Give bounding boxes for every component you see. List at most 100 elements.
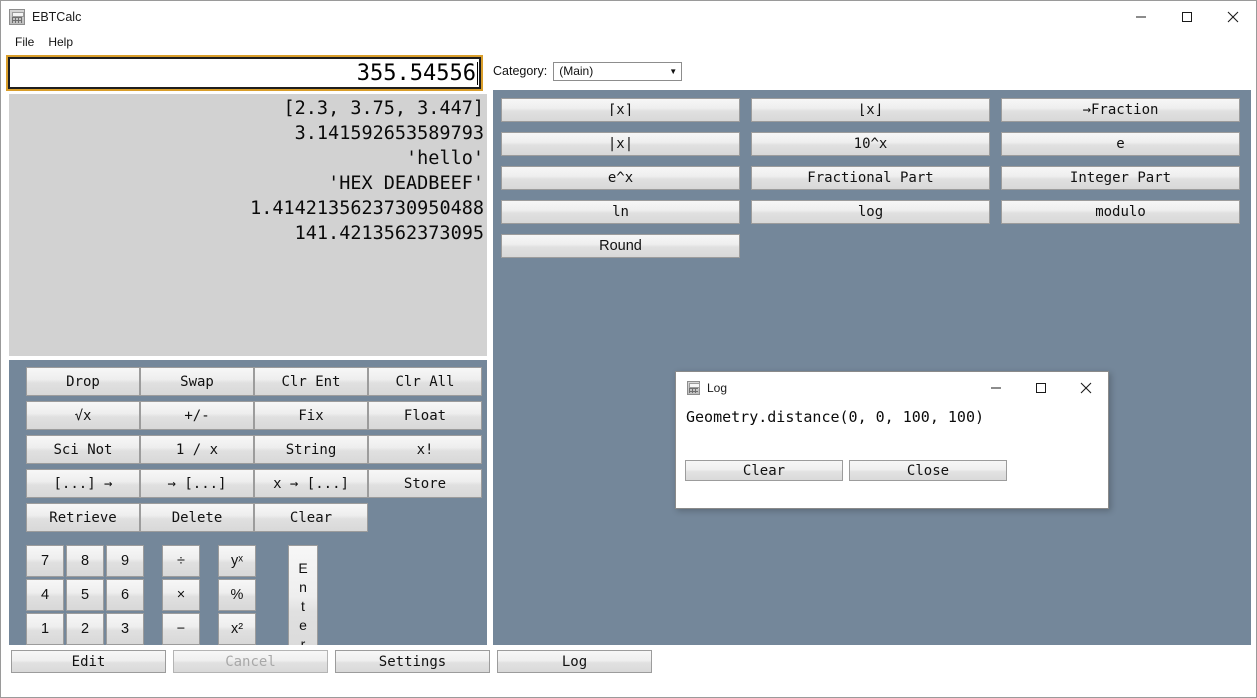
- stack-display[interactable]: [2.3, 3.75, 3.447] 3.141592653589793 'he…: [9, 94, 487, 356]
- ebtcalc-window: EBTCalc File Help 355.54556 [2.3, 3.75, …: [0, 0, 1257, 698]
- log-dialog-maximize-icon[interactable]: [1018, 372, 1063, 403]
- edit-button[interactable]: Edit: [11, 650, 166, 673]
- op-button-clear[interactable]: Clear: [254, 503, 368, 532]
- fn-button-round[interactable]: Round: [501, 234, 740, 258]
- menu-bar: File Help: [1, 32, 1256, 52]
- bottom-button-bar: Edit Cancel Settings Log: [1, 645, 1256, 697]
- fn-button-modulo[interactable]: modulo: [1001, 200, 1240, 224]
- close-icon[interactable]: [1210, 1, 1256, 32]
- category-label: Category:: [493, 64, 547, 78]
- key-8[interactable]: 8: [66, 545, 104, 577]
- fn-button-e-power-x[interactable]: e^x: [501, 166, 740, 190]
- op-button-float[interactable]: Float: [368, 401, 482, 430]
- enter-letter: e: [299, 616, 307, 635]
- op-button-plus-minus[interactable]: +/-: [140, 401, 254, 430]
- fn-button-integer-part[interactable]: Integer Part: [1001, 166, 1240, 190]
- key-6[interactable]: 6: [106, 579, 144, 611]
- op-button-sqrt[interactable]: √x: [26, 401, 140, 430]
- stack-line: 141.4213562373095: [9, 221, 484, 246]
- op-button-x-to-array[interactable]: x → [...]: [254, 469, 368, 498]
- log-button[interactable]: Log: [497, 650, 652, 673]
- log-dialog-close-icon[interactable]: [1063, 372, 1108, 403]
- key-multiply[interactable]: ×: [162, 579, 200, 611]
- chevron-down-icon: ▼: [669, 67, 677, 76]
- op-button-to-array[interactable]: → [...]: [140, 469, 254, 498]
- op-button-store[interactable]: Store: [368, 469, 482, 498]
- stack-line: [2.3, 3.75, 3.447]: [9, 96, 484, 121]
- key-7[interactable]: 7: [26, 545, 64, 577]
- key-divide[interactable]: ÷: [162, 545, 200, 577]
- enter-letter: n: [299, 578, 307, 597]
- fn-button-floor[interactable]: ⌊x⌋: [751, 98, 990, 122]
- key-5[interactable]: 5: [66, 579, 104, 611]
- fn-button-log[interactable]: log: [751, 200, 990, 224]
- op-button-clr-ent[interactable]: Clr Ent: [254, 367, 368, 396]
- stack-line: 'HEX DEADBEEF': [9, 171, 484, 196]
- entry-value: 355.54556: [357, 61, 476, 86]
- title-bar: EBTCalc: [1, 1, 1256, 32]
- op-button-factorial[interactable]: x!: [368, 435, 482, 464]
- log-dialog-title: Log: [707, 381, 727, 395]
- left-panel: 355.54556 [2.3, 3.75, 3.447] 3.141592653…: [8, 57, 484, 643]
- op-button-clr-all[interactable]: Clr All: [368, 367, 482, 396]
- settings-button[interactable]: Settings: [335, 650, 490, 673]
- entry-field[interactable]: 355.54556: [8, 57, 481, 89]
- fn-button-to-fraction[interactable]: →Fraction: [1001, 98, 1240, 122]
- key-square[interactable]: x²: [218, 613, 256, 645]
- log-dialog-minimize-icon[interactable]: [973, 372, 1018, 403]
- key-subtract[interactable]: −: [162, 613, 200, 645]
- menu-item-help[interactable]: Help: [41, 34, 80, 50]
- log-dialog-actions: Clear Close: [685, 460, 1007, 481]
- op-button-reciprocal[interactable]: 1 / x: [140, 435, 254, 464]
- category-selected-value: (Main): [559, 64, 593, 78]
- calculator-icon: [9, 9, 25, 25]
- category-dropdown[interactable]: (Main) ▼: [553, 62, 682, 81]
- category-row: Category: (Main) ▼: [493, 61, 682, 81]
- op-button-swap[interactable]: Swap: [140, 367, 254, 396]
- log-dialog-window-controls: [973, 372, 1108, 403]
- text-caret: [477, 62, 478, 85]
- log-dialog-close-button[interactable]: Close: [849, 460, 1007, 481]
- op-button-drop[interactable]: Drop: [26, 367, 140, 396]
- cancel-button: Cancel: [173, 650, 328, 673]
- key-percent[interactable]: %: [218, 579, 256, 611]
- log-dialog-title-bar: Log: [676, 372, 1108, 403]
- log-dialog: Log Geometry.distance(0, 0, 100, 100) Cl…: [675, 371, 1109, 509]
- key-power[interactable]: yˣ: [218, 545, 256, 577]
- menu-item-file[interactable]: File: [8, 34, 41, 50]
- function-buttons-grid: ⌈x⌉ ⌊x⌋ →Fraction |x| 10^x e e^x Fractio…: [501, 98, 1251, 258]
- stack-line: 3.141592653589793: [9, 121, 484, 146]
- enter-letter: t: [301, 597, 305, 616]
- fn-button-ln[interactable]: ln: [501, 200, 740, 224]
- stack-operations-grid: Drop Swap Clr Ent Clr All √x +/- Fix Flo…: [26, 367, 487, 532]
- fn-button-absolute-value[interactable]: |x|: [501, 132, 740, 156]
- stack-operations-panel: Drop Swap Clr Ent Clr All √x +/- Fix Flo…: [9, 360, 487, 538]
- log-dialog-clear-button[interactable]: Clear: [685, 460, 843, 481]
- maximize-icon[interactable]: [1164, 1, 1210, 32]
- fn-button-fractional-part[interactable]: Fractional Part: [751, 166, 990, 190]
- op-button-delete[interactable]: Delete: [140, 503, 254, 532]
- stack-line: 'hello': [9, 146, 484, 171]
- key-1[interactable]: 1: [26, 613, 64, 645]
- calculator-icon: [687, 381, 700, 395]
- window-controls: [1118, 1, 1256, 32]
- window-title: EBTCalc: [32, 10, 81, 24]
- fn-button-ten-power-x[interactable]: 10^x: [751, 132, 990, 156]
- minimize-icon[interactable]: [1118, 1, 1164, 32]
- op-button-fix[interactable]: Fix: [254, 401, 368, 430]
- log-dialog-body: Geometry.distance(0, 0, 100, 100): [676, 403, 1108, 426]
- enter-letter: E: [298, 559, 307, 578]
- key-2[interactable]: 2: [66, 613, 104, 645]
- op-button-retrieve[interactable]: Retrieve: [26, 503, 140, 532]
- key-3[interactable]: 3: [106, 613, 144, 645]
- fn-button-ceiling[interactable]: ⌈x⌉: [501, 98, 740, 122]
- right-panel: Category: (Main) ▼ ⌈x⌉ ⌊x⌋ →Fraction |x|…: [491, 57, 1251, 643]
- log-dialog-content: Geometry.distance(0, 0, 100, 100): [686, 408, 1108, 426]
- key-9[interactable]: 9: [106, 545, 144, 577]
- op-button-sci-not[interactable]: Sci Not: [26, 435, 140, 464]
- op-button-string[interactable]: String: [254, 435, 368, 464]
- stack-line: 1.4142135623730950488: [9, 196, 484, 221]
- op-button-array-to[interactable]: [...] →: [26, 469, 140, 498]
- fn-button-e[interactable]: e: [1001, 132, 1240, 156]
- key-4[interactable]: 4: [26, 579, 64, 611]
